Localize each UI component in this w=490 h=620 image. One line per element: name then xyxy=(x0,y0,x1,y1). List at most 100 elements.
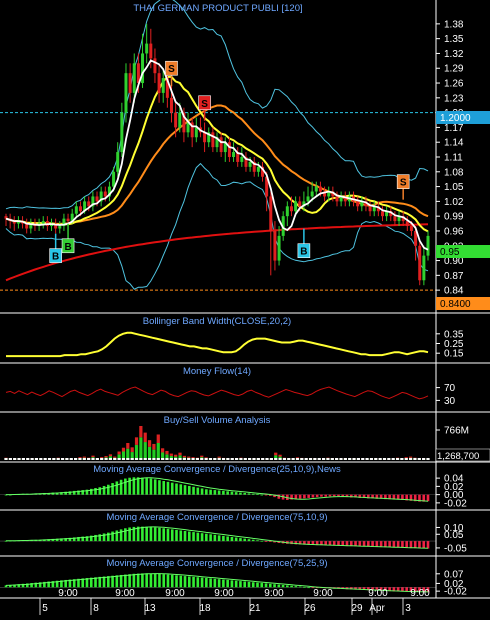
candle-body xyxy=(211,132,214,147)
volume-base-tick xyxy=(318,458,321,460)
volume-base-tick xyxy=(187,458,190,460)
candle-body xyxy=(422,256,425,281)
macd-histogram-bar xyxy=(158,480,161,494)
macd-axis-label: -0.05 xyxy=(444,543,467,554)
candle-body xyxy=(393,216,396,221)
macd-histogram-bar xyxy=(179,576,182,588)
macd-histogram-bar xyxy=(111,483,114,495)
volume-base-tick xyxy=(418,458,421,460)
sell-volume-bar xyxy=(109,454,112,456)
macd-histogram-bar xyxy=(222,491,225,495)
candle-body xyxy=(273,231,276,261)
sell-volume-bar xyxy=(131,447,134,452)
volume-base-tick xyxy=(231,458,234,460)
macd-histogram-bar xyxy=(235,538,238,542)
x-axis-date-label: 13 xyxy=(144,603,156,614)
macd-histogram-bar xyxy=(111,532,114,542)
macd-histogram-bar xyxy=(295,586,298,587)
macd-histogram-bar xyxy=(167,575,170,588)
x-axis-date-label: 21 xyxy=(249,603,261,614)
volume-base-tick xyxy=(26,458,29,460)
macd-histogram-bar xyxy=(150,479,153,495)
macd-histogram-bar xyxy=(235,492,238,494)
x-axis-time-label: 9:00 xyxy=(313,588,333,599)
macd-histogram-bar xyxy=(239,493,242,495)
sell-volume-bar xyxy=(78,457,81,458)
macd-histogram-bar xyxy=(192,577,195,587)
price-axis-label: 1.38 xyxy=(444,19,464,30)
volume-base-tick xyxy=(313,458,316,460)
macd-histogram-bar xyxy=(179,484,182,494)
candle-body xyxy=(162,78,165,93)
volume-base-tick xyxy=(422,458,425,460)
volume-base-tick xyxy=(248,458,251,460)
volume-base-tick xyxy=(370,458,373,460)
x-axis-time-label: 9:00 xyxy=(58,588,78,599)
volume-base-tick xyxy=(309,458,312,460)
macd-histogram-bar xyxy=(150,574,153,588)
price-axis-label: 1.17 xyxy=(444,123,464,134)
volume-base-tick xyxy=(139,458,142,460)
volume-base-tick xyxy=(274,458,277,460)
macd-histogram-bar xyxy=(120,480,123,495)
macd-histogram-bar xyxy=(192,487,195,495)
macd-histogram-bar xyxy=(252,582,255,587)
volume-base-tick xyxy=(87,458,90,460)
macd-histogram-bar xyxy=(410,541,413,548)
volume-base-tick xyxy=(78,458,81,460)
macd-histogram-bar xyxy=(184,485,187,494)
volume-base-tick xyxy=(278,458,281,460)
volume-base-tick xyxy=(387,458,390,460)
volume-last-label: 1,268,700 xyxy=(437,451,479,462)
macd-histogram-bar xyxy=(184,531,187,541)
macd-histogram-bar xyxy=(239,581,242,587)
price-chart-title: THAI GERMAN PRODUCT PUBLI [120] xyxy=(133,3,302,14)
macd-axis-label: -0.02 xyxy=(444,587,467,598)
volume-base-tick xyxy=(239,458,242,460)
indicator-axis-label: 30 xyxy=(444,396,456,407)
macd-histogram-bar xyxy=(316,495,319,497)
macd-histogram-bar xyxy=(205,489,208,494)
volume-base-tick xyxy=(161,458,164,460)
volume-base-tick xyxy=(135,458,138,460)
macd-histogram-bar xyxy=(248,582,251,587)
signal-label: S xyxy=(400,178,407,189)
volume-base-tick xyxy=(9,458,12,460)
macd-histogram-bar xyxy=(167,482,170,495)
macd-histogram-bar xyxy=(167,529,170,541)
candle-body xyxy=(269,196,272,231)
candle-body xyxy=(290,206,293,211)
macd-histogram-bar xyxy=(273,584,276,587)
price-axis-label: 1.35 xyxy=(444,34,464,45)
macd-histogram-bar xyxy=(154,527,157,541)
macd-histogram-bar xyxy=(427,541,430,549)
candle-body xyxy=(145,44,148,54)
macd-histogram-bar xyxy=(162,481,165,495)
x-axis-time-label: 9:00 xyxy=(115,588,135,599)
x-axis-date-label: 29 xyxy=(351,603,363,614)
volume-base-tick xyxy=(57,458,60,460)
sell-volume-bar xyxy=(157,435,160,444)
sell-volume-bar xyxy=(178,453,181,456)
macd-histogram-bar xyxy=(154,574,157,588)
macd-histogram-bar xyxy=(401,541,404,548)
price-level-1-label: 1.2000 xyxy=(440,113,471,124)
macd-histogram-bar xyxy=(329,495,332,497)
macd-histogram-bar xyxy=(427,495,430,502)
price-axis-label: 1.14 xyxy=(444,138,464,149)
macd-histogram-bar xyxy=(256,540,259,541)
volume-base-tick xyxy=(13,458,16,460)
volume-base-tick xyxy=(365,458,368,460)
macd-histogram-bar xyxy=(252,494,255,495)
macd-histogram-bar xyxy=(243,582,246,588)
macd-histogram-bar xyxy=(197,533,200,541)
macd-histogram-bar xyxy=(111,576,114,588)
candle-body xyxy=(356,201,359,206)
volume-base-tick xyxy=(296,458,299,460)
macd2-chart-title: Moving Average Convergence / Divergence(… xyxy=(106,512,327,523)
price-axis-label: 1.32 xyxy=(444,49,464,60)
candle-body xyxy=(116,152,119,172)
macd-histogram-bar xyxy=(299,587,302,588)
volume-base-tick xyxy=(283,458,286,460)
macd-histogram-bar xyxy=(303,587,306,588)
